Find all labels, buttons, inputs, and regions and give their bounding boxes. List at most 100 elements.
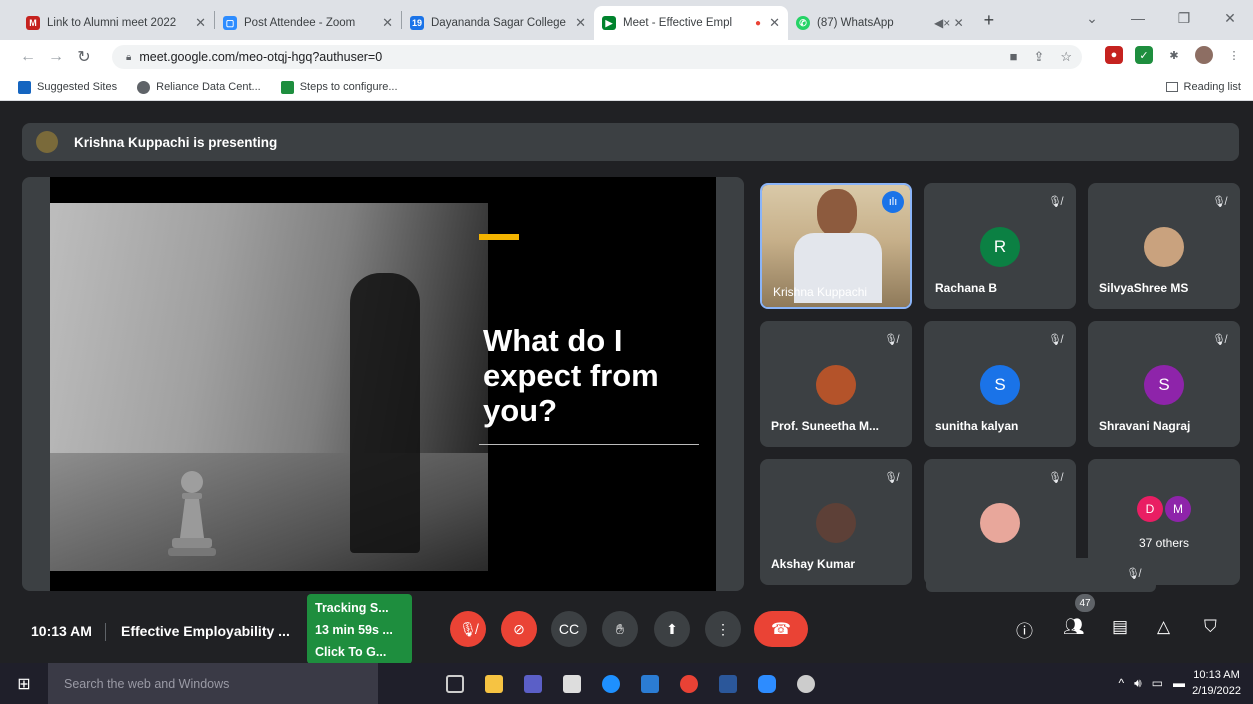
menu-icon[interactable]: ⋮ [1225,46,1243,64]
browser-tab[interactable]: ✆ (87) WhatsApp [788,6,928,40]
avatar: M [1165,496,1191,522]
meeting-controls: 10:13 AM Effective Employability ... Tra… [0,591,1253,664]
host-controls-icon[interactable]: ⛉ [1204,617,1217,637]
avatar [816,503,856,543]
restore-icon[interactable]: ❐ [1161,10,1207,27]
mic-off-icon: 🎙︎̸ [1212,196,1226,208]
bookmark-label: Reliance Data Cent... [156,81,261,93]
task-view-icon[interactable] [446,674,464,693]
self-view-tile[interactable]: 🎙︎̸ [926,558,1156,592]
avatar: S [1144,365,1184,405]
bookmark-star-icon[interactable]: ☆ [1060,49,1072,65]
phone-icon [280,80,294,94]
tracking-line: 13 min 59s ... [315,623,393,637]
chrome-icon[interactable] [680,674,698,693]
more-options-button[interactable]: ⋮ [705,611,741,647]
participant-tile-krishna[interactable]: ılı Krishna Kuppachi [760,183,912,309]
app-icon[interactable] [797,674,815,693]
participant-tile-suneetha[interactable]: 🎙︎̸ Prof. Suneetha M... [760,321,912,447]
close-icon[interactable]: ✕ [575,15,586,31]
teams-icon[interactable] [524,674,542,693]
file-explorer-icon[interactable] [485,674,503,693]
presenter-avatar [36,131,58,153]
edge-icon[interactable] [602,674,620,693]
url-field[interactable]: 🔒︎ meet.google.com/meo-otqj-hgq?authuser… [112,45,1082,69]
reading-list-label: Reading list [1183,81,1241,93]
globe-icon [137,80,151,94]
bookmark-item[interactable]: Suggested Sites [18,80,117,94]
camera-icon[interactable]: ■ [1010,49,1018,65]
reading-list-icon [1165,82,1178,92]
share-icon[interactable]: ⇪ [1033,49,1044,65]
volume-icon[interactable]: 🔊︎ [1134,676,1142,691]
info-icon[interactable]: ⓘ [1016,617,1033,642]
zoom-icon[interactable] [758,674,776,693]
close-icon[interactable]: ✕ [195,15,206,31]
window-close-icon[interactable]: ✕ [1207,10,1253,27]
bookmark-item[interactable]: Steps to configure... [280,80,398,94]
app-icon[interactable] [641,674,659,693]
profile-avatar[interactable] [1195,46,1213,64]
meeting-title: Effective Employability ... [121,623,290,639]
avatar: D [1137,496,1163,522]
new-tab-icon[interactable]: + [984,10,995,31]
raise-hand-button[interactable]: ✋︎ [602,611,638,647]
mic-off-icon: 🎙︎̸ [1126,568,1140,580]
participant-tile-shravani[interactable]: 🎙︎̸ S Shravani Nagraj [1088,321,1240,447]
tab-title: Link to Alumni meet 2022 [47,17,177,29]
camera-off-button[interactable]: ⊘ [501,611,537,647]
tab-search-icon[interactable]: ⌄ [1069,10,1115,27]
presenting-text: Krishna Kuppachi is presenting [74,134,278,150]
windows-start-icon[interactable]: ⊞ [0,674,48,694]
close-icon[interactable]: ✕ [769,15,780,31]
tracking-popup[interactable]: Tracking S... 13 min 59s ... Click To G.… [307,594,412,664]
taskbar-search[interactable]: Search the web and Windows [48,663,378,704]
extension-icon[interactable]: ● [1105,46,1123,64]
presenting-banner: Krishna Kuppachi is presenting [22,123,1239,161]
tray-clock[interactable]: 10:13 AM 2/19/2022 [1192,667,1241,699]
word-icon[interactable] [719,674,737,693]
meeting-clock: 10:13 AM [31,623,92,639]
search-placeholder: Search the web and Windows [64,676,230,691]
network-icon[interactable]: ▭ [1152,676,1163,691]
participant-tile-silvyashree[interactable]: 🎙︎̸ SilvyaShree MS [1088,183,1240,309]
reload-icon[interactable]: ↻ [70,47,98,67]
forward-icon[interactable]: → [42,48,70,66]
participant-tile-sunitha[interactable]: 🎙︎̸ S sunitha kalyan [924,321,1076,447]
bookmark-item[interactable]: Reliance Data Cent... [137,80,261,94]
store-icon[interactable] [563,674,581,693]
mic-off-button[interactable]: 🎙︎̸ [450,611,486,647]
browser-tab[interactable]: ▢ Post Attendee - Zoom ✕ [215,6,401,40]
mic-off-icon: 🎙︎̸ [1048,196,1062,208]
activities-icon[interactable]: △ [1157,617,1170,637]
tray-date: 2/19/2022 [1192,685,1241,697]
leave-call-button[interactable]: ☎︎ [754,611,808,647]
extension-icon[interactable]: ✓ [1135,46,1153,64]
tray-time: 10:13 AM [1193,669,1240,681]
present-button[interactable]: ⬆ [654,611,690,647]
url-text: meet.google.com/meo-otqj-hgq?authuser=0 [139,50,383,64]
close-icon[interactable]: ✕ [382,15,393,31]
browser-tab-active[interactable]: ▶ Meet - Effective Empl ● ✕ [594,6,788,40]
chat-icon[interactable]: ▤ [1112,617,1128,637]
browser-tab[interactable]: 19 Dayananda Sagar College ✕ [402,6,594,40]
mute-tab-icon[interactable]: ◀× ✕ [934,16,964,30]
people-icon[interactable]: 👥︎ [1063,617,1085,637]
browser-tab[interactable]: M Link to Alumni meet 2022 ✕ [18,6,214,40]
more-icon: ⋮ [716,620,730,637]
avatar: S [980,365,1020,405]
minimize-icon[interactable]: — [1115,10,1161,26]
reading-list[interactable]: Reading list [1165,81,1241,93]
notification-icon[interactable]: ▬ [1173,676,1185,691]
captions-button[interactable]: CC [551,611,587,647]
present-icon: ⬆ [666,620,678,637]
tab-title: Dayananda Sagar College [431,17,566,29]
calendar-icon: 19 [410,16,424,30]
bookmarks-bar: Suggested Sites Reliance Data Cent... St… [0,74,1253,101]
puzzle-icon[interactable]: ✱ [1165,46,1183,64]
back-icon[interactable]: ← [14,48,42,66]
participant-name: Shravani Nagraj [1099,419,1191,433]
participant-tile-rachana[interactable]: 🎙︎̸ R Rachana B [924,183,1076,309]
participant-tile-akshay[interactable]: 🎙︎̸ Akshay Kumar [760,459,912,585]
tray-chevron-icon[interactable]: ^ [1118,676,1124,691]
